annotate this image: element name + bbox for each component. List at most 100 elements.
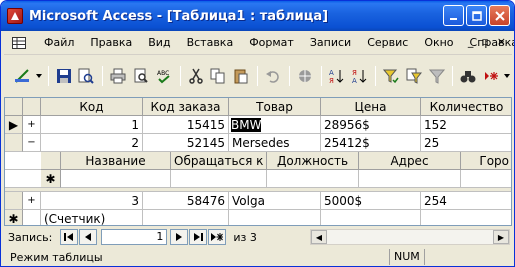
filter-by-form-button[interactable] [403,65,425,87]
column-header-price[interactable]: Цена [321,98,421,116]
subcolumn-header-address[interactable]: Адрес [359,152,461,170]
doc-close-button[interactable]: × [497,35,506,48]
cell-product[interactable]: Mersedes [229,134,321,152]
cell-price[interactable]: 25412$ [321,134,421,152]
doc-restore-button[interactable]: ▫ [481,35,488,48]
cell-code-autonumber[interactable]: (Счетчик) [41,210,143,225]
record-selector[interactable] [5,192,23,210]
expand-toggle[interactable]: + [23,192,41,210]
cell-quantity[interactable]: 25 [421,134,511,152]
column-header-order-code[interactable]: Код заказа [143,98,229,116]
cell-quantity[interactable]: 254 [421,192,511,210]
next-record-button[interactable] [170,229,189,245]
cell-order-code[interactable]: 52145 [143,134,229,152]
menu-records[interactable]: Записи [302,36,359,49]
table-row[interactable]: + 3 58476 Volga 5000$ 254 [5,192,511,210]
table-row[interactable]: − 2 52145 Mersedes 25412$ 25 [5,134,511,152]
view-dropdown[interactable] [35,65,43,87]
minimize-button[interactable] [443,5,464,26]
menu-file[interactable]: Файл [36,36,82,49]
cut-button[interactable] [185,65,207,87]
table-doc-icon[interactable] [12,35,26,51]
menu-edit[interactable]: Правка [82,36,140,49]
view-design-button[interactable] [12,65,34,87]
sort-ascending-button[interactable]: AЯ [326,65,348,87]
expand-toggle[interactable]: + [23,116,41,134]
new-record-row[interactable]: ✱ (Счетчик) [5,210,511,225]
subcolumn-header-position[interactable]: Должность [267,152,359,170]
cell-code[interactable]: 1 [41,116,143,134]
expand-header [23,98,41,116]
new-record-marker[interactable]: ✱ [5,210,23,225]
cell-quantity[interactable] [421,210,511,225]
record-selector[interactable] [5,134,23,152]
undo-button[interactable] [262,65,284,87]
last-record-button[interactable] [189,229,208,245]
collapse-toggle[interactable]: − [23,134,41,152]
copy-button[interactable] [207,65,229,87]
sort-descending-button[interactable]: ЯA [348,65,370,87]
sort-ascending-icon: AЯ [329,69,344,84]
previous-icon [85,233,92,241]
sub-cell-contact[interactable] [171,170,267,188]
current-record-input[interactable]: 1 [101,229,168,245]
scroll-left-button[interactable]: ◀ [311,230,327,244]
close-button[interactable] [489,5,510,26]
hyperlink-button[interactable] [294,65,316,87]
access-app-icon[interactable] [7,8,23,24]
new-record-marker[interactable]: ✱ [41,170,61,188]
menu-window[interactable]: Окно [416,36,461,49]
cell-code[interactable]: 3 [41,192,143,210]
cell-quantity[interactable]: 152 [421,116,511,134]
filter-by-selection-button[interactable] [380,65,402,87]
search-file-button[interactable] [75,65,97,87]
column-header-code[interactable]: Код [41,98,143,116]
column-header-quantity[interactable]: Количество [421,98,511,116]
spelling-button[interactable]: ABC [153,65,175,87]
previous-record-button[interactable] [79,229,98,245]
sub-cell-address[interactable] [359,170,461,188]
print-preview-button[interactable] [130,65,152,87]
sub-cell-name[interactable] [61,170,171,188]
print-button[interactable] [107,65,129,87]
subcolumn-header-city[interactable]: Горо [461,152,511,170]
cell-price[interactable] [321,210,421,225]
restore-button[interactable] [466,5,487,26]
menu-tools[interactable]: Сервис [359,36,416,49]
sub-cell-city[interactable] [461,170,511,188]
cell-price[interactable]: 5000$ [321,192,421,210]
cell-product[interactable]: BMW [229,116,321,134]
table-row[interactable]: ▶ + 1 15415 BMW 28956$ 152 [5,116,511,134]
subcolumn-header-contact[interactable]: Обращаться к [171,152,267,170]
new-record-nav-button[interactable] [208,229,227,245]
new-object-dropdown[interactable] [503,65,511,87]
scroll-right-button[interactable]: ▶ [493,230,509,244]
access-window: Microsoft Access - [Таблица1 : таблица] … [0,0,515,267]
cell-price[interactable]: 28956$ [321,116,421,134]
subdatasheet-corner[interactable] [41,152,61,170]
record-selector-current[interactable]: ▶ [5,116,23,134]
cell-order-code[interactable] [143,210,229,225]
apply-filter-button[interactable] [426,65,448,87]
cell-order-code[interactable]: 15415 [143,116,229,134]
cell-product[interactable] [229,210,321,225]
menu-insert[interactable]: Вставка [179,36,242,49]
select-all-corner[interactable] [5,98,23,116]
sub-cell-position[interactable] [267,170,359,188]
paste-button[interactable] [230,65,252,87]
horizontal-scrollbar[interactable]: ◀ ▶ [310,229,510,245]
cell-product[interactable]: Volga [229,192,321,210]
copy-icon [210,68,225,84]
menu-view[interactable]: Вид [140,36,178,49]
find-button[interactable] [457,65,479,87]
save-button[interactable] [53,65,75,87]
first-record-button[interactable] [60,229,79,245]
doc-minimize-button[interactable]: _ [468,35,474,48]
cell-order-code[interactable]: 58476 [143,192,229,210]
new-record-button[interactable] [480,65,502,87]
subdatasheet-new-row[interactable]: ✱ [5,170,511,188]
menu-format[interactable]: Формат [241,36,302,49]
cell-code[interactable]: 2 [41,134,143,152]
subcolumn-header-name[interactable]: Название [61,152,171,170]
column-header-product[interactable]: Товар [229,98,321,116]
